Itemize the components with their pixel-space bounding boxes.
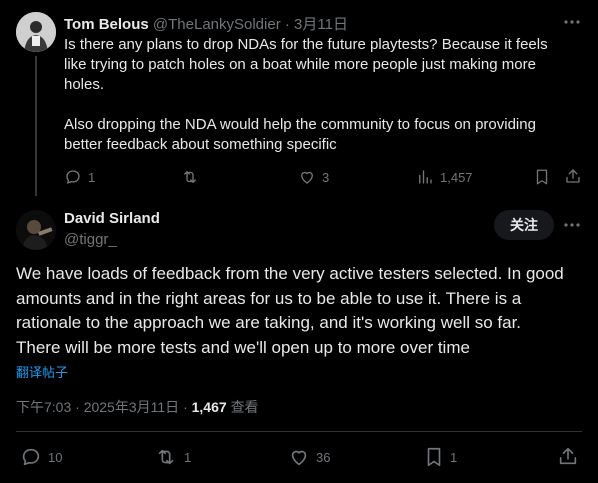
- retweet-count: 1: [184, 449, 192, 465]
- text-line: better feedback about something specific: [64, 136, 337, 153]
- post-date[interactable]: 3月11日: [294, 16, 348, 33]
- like-button[interactable]: 36: [288, 446, 330, 468]
- text-line: There will be more tests and we'll open …: [16, 337, 470, 357]
- avatar-tom-belous[interactable]: [16, 12, 56, 52]
- author-name[interactable]: Tom Belous: [64, 16, 149, 33]
- like-icon: [301, 171, 313, 184]
- reply-count: 10: [48, 449, 63, 465]
- bookmark-icon: [427, 447, 441, 467]
- text-line: like trying to patch holes on a boat whi…: [64, 56, 536, 73]
- reply-icon: [22, 448, 40, 466]
- reply-icon: [66, 170, 80, 184]
- like-count: 36: [316, 449, 331, 465]
- separator: ·: [284, 16, 290, 33]
- follow-button[interactable]: 关注: [494, 210, 554, 240]
- like-button[interactable]: 3: [298, 168, 329, 186]
- retweet-icon: [158, 449, 174, 465]
- retweet-icon: [184, 171, 196, 183]
- reply-count: 1: [88, 169, 96, 185]
- share-button[interactable]: [564, 167, 582, 185]
- separator: ·: [183, 399, 188, 415]
- view-label: 查看: [230, 399, 259, 415]
- text-line: Also dropping the NDA would help the com…: [64, 116, 536, 133]
- post-meta: 下午7:03 · 2025年3月11日 · 1,467 查看: [16, 397, 259, 417]
- text-line: We have loads of feedback from the very …: [16, 264, 564, 283]
- views-button[interactable]: 1,457: [416, 168, 473, 186]
- more-icon[interactable]: [562, 217, 582, 233]
- views-count: 1,457: [440, 169, 473, 185]
- bookmark-button[interactable]: 1: [424, 446, 457, 468]
- retweet-button[interactable]: [180, 168, 200, 186]
- views-icon: [419, 170, 432, 184]
- bookmark-button[interactable]: [534, 168, 550, 186]
- post-time[interactable]: 下午7:03: [16, 399, 71, 415]
- more-icon[interactable]: [562, 14, 582, 30]
- separator: ·: [75, 399, 80, 415]
- like-count: 3: [322, 169, 330, 185]
- text-line: rationale to the approach we are taking,…: [16, 313, 522, 332]
- share-button[interactable]: [557, 445, 579, 467]
- divider: [16, 431, 582, 432]
- author-handle[interactable]: @TheLankySoldier: [153, 16, 281, 33]
- text-line: amounts and in the right areas for us to…: [16, 288, 522, 308]
- bookmark-icon: [536, 169, 548, 185]
- reply-button[interactable]: 1: [64, 168, 95, 186]
- main-text: We have loads of feedback from the very …: [16, 262, 588, 360]
- retweet-button[interactable]: 1: [154, 446, 191, 468]
- main-author-name[interactable]: David Sirland: [64, 210, 160, 227]
- share-icon: [566, 169, 580, 183]
- avatar-david-sirland[interactable]: [16, 210, 56, 250]
- reply-text: Is there any plans to drop NDAs for the …: [64, 35, 584, 155]
- like-icon: [291, 450, 307, 466]
- bookmark-count: 1: [450, 449, 458, 465]
- reply-header: Tom Belous @TheLankySoldier · 3月11日: [64, 13, 348, 34]
- post-date[interactable]: 2025年3月11日: [84, 399, 179, 415]
- thread-line: [35, 56, 37, 196]
- view-count: 1,467: [191, 399, 227, 415]
- reply-button[interactable]: 10: [20, 446, 62, 468]
- text-line: holes.: [64, 76, 105, 93]
- share-icon: [559, 447, 577, 465]
- text-line: Is there any plans to drop NDAs for the …: [64, 36, 548, 53]
- translate-link[interactable]: 翻译帖子: [16, 362, 68, 381]
- main-author-handle[interactable]: @tiggr_: [64, 231, 117, 248]
